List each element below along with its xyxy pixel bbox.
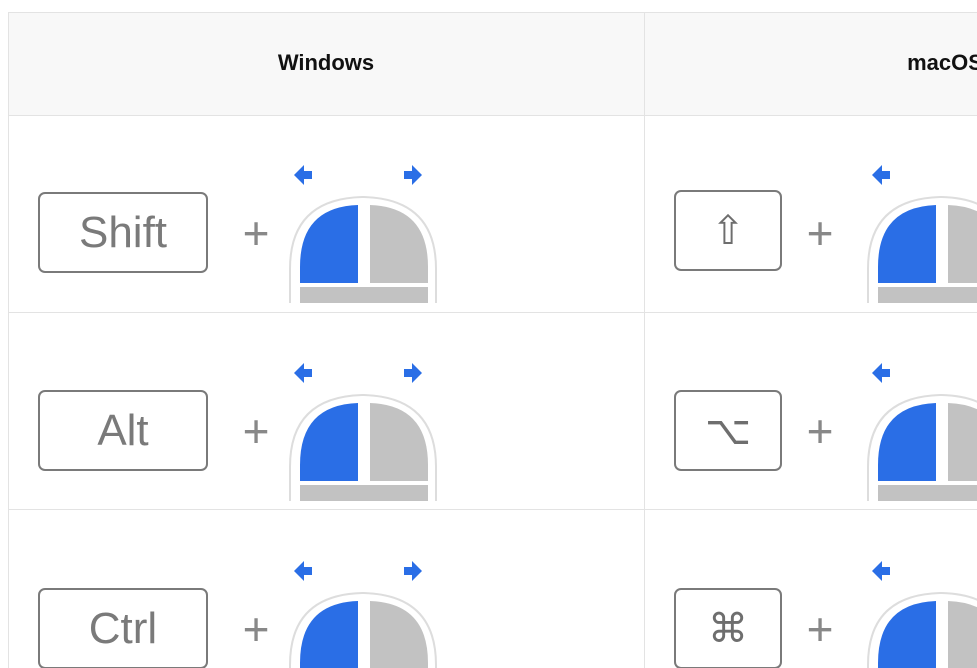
arrow-left-icon (294, 165, 312, 185)
mouse-scroll-icon (289, 363, 437, 501)
mouse-scroll-icon (867, 363, 977, 501)
arrow-right-icon (404, 363, 422, 383)
option-key-icon: ⌥ (674, 390, 782, 471)
arrow-left-icon (294, 561, 312, 581)
plus-sign: + (806, 603, 834, 655)
mouse-scroll-icon (289, 165, 437, 303)
row-divider (8, 312, 977, 313)
mouse-scroll-icon (867, 165, 977, 303)
shift-key-icon: ⇧ (674, 190, 782, 271)
plus-sign: + (242, 603, 270, 655)
plus-sign: + (242, 207, 270, 259)
shortcut-table: Windows macOS Shift + ⇧ + Alt + ⌥ + Ctrl… (0, 0, 977, 668)
header-windows: Windows (277, 50, 375, 75)
arrow-right-icon (404, 561, 422, 581)
shift-key: Shift (38, 192, 208, 273)
alt-key: Alt (38, 390, 208, 471)
plus-sign: + (242, 405, 270, 457)
ctrl-key: Ctrl (38, 588, 208, 668)
mouse-scroll-icon (289, 561, 437, 668)
row-divider (8, 509, 977, 510)
arrow-left-icon (872, 363, 890, 383)
plus-sign: + (806, 405, 834, 457)
mouse-scroll-icon (867, 561, 977, 668)
header-macos: macOS (907, 50, 977, 75)
arrow-right-icon (404, 165, 422, 185)
plus-sign: + (806, 207, 834, 259)
arrow-left-icon (294, 363, 312, 383)
command-key-icon: ⌘ (674, 588, 782, 668)
arrow-left-icon (872, 165, 890, 185)
arrow-left-icon (872, 561, 890, 581)
